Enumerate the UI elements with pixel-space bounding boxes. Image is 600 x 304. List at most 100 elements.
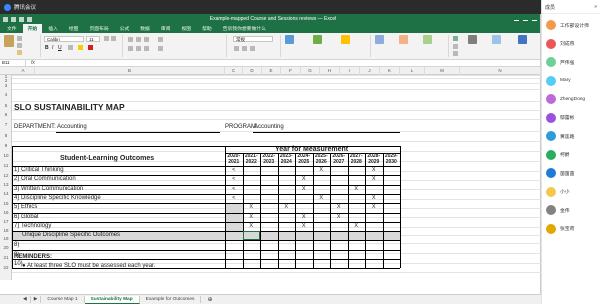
autosave-icon[interactable]: [3, 16, 8, 22]
ribbon-tab[interactable]: 页面布局: [84, 24, 113, 33]
row-header-4[interactable]: 4: [0, 89, 12, 101]
ribbon-tab[interactable]: 开始: [22, 24, 43, 33]
row-header-15[interactable]: 15: [0, 199, 12, 208]
excel-close-icon[interactable]: [531, 17, 537, 21]
save-icon[interactable]: [11, 16, 16, 22]
column-header-L[interactable]: L: [400, 67, 425, 75]
participant-item[interactable]: 菌菌菌: [546, 168, 574, 178]
excel-restore-icon[interactable]: [522, 17, 528, 21]
row-header-8[interactable]: 8: [0, 131, 12, 141]
align-left-icon[interactable]: [128, 46, 133, 51]
percent-icon[interactable]: [242, 46, 247, 51]
row-header-10[interactable]: 10: [0, 151, 12, 161]
column-header-K[interactable]: K: [380, 67, 400, 75]
conditional-format-button[interactable]: [285, 35, 294, 45]
undo-icon[interactable]: [19, 16, 24, 22]
align-bottom-icon[interactable]: [144, 37, 149, 42]
participant-item[interactable]: 小小: [546, 186, 570, 197]
align-center-icon[interactable]: [136, 46, 141, 51]
cut-icon[interactable]: [17, 36, 22, 41]
redo-icon[interactable]: [27, 16, 32, 22]
analyze-data-button[interactable]: [518, 35, 527, 45]
column-header-D[interactable]: D: [243, 67, 262, 75]
border-icon[interactable]: [68, 45, 73, 50]
row-header-7[interactable]: 7: [0, 119, 12, 131]
fill-color-icon[interactable]: [78, 45, 83, 50]
sheet-nav-right-icon[interactable]: ▶: [31, 296, 42, 303]
sheet-tab[interactable]: Sustainability Map: [84, 295, 140, 304]
align-right-icon[interactable]: [144, 46, 149, 51]
participant-item[interactable]: ZhengDong: [546, 94, 585, 104]
column-header-E[interactable]: E: [262, 67, 281, 75]
column-header-M[interactable]: M: [425, 67, 460, 75]
function-icon[interactable]: fx: [26, 60, 40, 66]
participant-item[interactable]: Mary: [546, 75, 571, 86]
row-header-11[interactable]: 11: [0, 161, 12, 171]
font-name-box[interactable]: Calibri: [44, 36, 84, 42]
row-header-9[interactable]: 9: [0, 141, 12, 151]
fill-icon[interactable]: [453, 44, 458, 49]
format-as-table-button[interactable]: [313, 35, 322, 45]
row-header-22[interactable]: 22: [0, 263, 12, 272]
insert-cells-button[interactable]: [375, 35, 384, 45]
column-header-H[interactable]: H: [320, 67, 340, 75]
participant-item[interactable]: 黄莲路: [546, 131, 574, 141]
delete-cells-button[interactable]: [399, 35, 408, 45]
collapse-icon[interactable]: »: [594, 4, 597, 10]
bold-icon[interactable]: B: [45, 45, 49, 51]
row-header-12[interactable]: 12: [0, 171, 12, 180]
participant-item[interactable]: 工作部设计师: [546, 20, 589, 30]
format-painter-icon[interactable]: [17, 50, 22, 55]
excel-minimize-icon[interactable]: [513, 17, 519, 21]
row-header-16[interactable]: 16: [0, 208, 12, 217]
currency-icon[interactable]: [234, 46, 239, 51]
participant-item[interactable]: 金伟: [546, 205, 570, 215]
row-header-17[interactable]: 17: [0, 217, 12, 227]
sheet-nav-left-icon[interactable]: ◀: [20, 296, 31, 303]
align-middle-icon[interactable]: [136, 37, 141, 42]
column-header-N[interactable]: N: [460, 67, 541, 75]
column-header-G[interactable]: G: [301, 67, 320, 75]
comma-icon[interactable]: [250, 46, 255, 51]
increase-font-icon[interactable]: [104, 36, 109, 41]
column-header-A[interactable]: A: [12, 67, 35, 75]
row-header-14[interactable]: 14: [0, 189, 12, 199]
name-box[interactable]: B11: [0, 60, 26, 66]
column-header-B[interactable]: B: [35, 67, 225, 75]
participant-item[interactable]: 鄢蕾彬: [546, 112, 574, 123]
ribbon-tab[interactable]: 插入: [43, 24, 63, 33]
font-size-box[interactable]: 11: [86, 36, 100, 42]
wrap-text-icon[interactable]: [158, 37, 163, 42]
find-select-button[interactable]: [492, 35, 501, 45]
align-top-icon[interactable]: [128, 37, 133, 42]
decrease-font-icon[interactable]: [111, 36, 116, 41]
ribbon-tab[interactable]: 数据: [135, 24, 155, 33]
ribbon-tab[interactable]: 审阅: [156, 24, 176, 33]
column-header-I[interactable]: I: [340, 67, 360, 75]
participant-item[interactable]: 刘成燕: [546, 38, 574, 49]
italic-icon[interactable]: I: [52, 45, 53, 51]
ribbon-tab[interactable]: 公式: [115, 24, 135, 33]
sheet-tab[interactable]: Example for Outcomes: [140, 296, 202, 303]
participant-item[interactable]: 柯爵: [546, 149, 570, 160]
copy-icon[interactable]: [17, 43, 22, 48]
format-cells-button[interactable]: [423, 35, 432, 45]
column-header-F[interactable]: F: [281, 67, 301, 75]
ribbon-tab[interactable]: 视图: [176, 24, 196, 33]
row-header-21[interactable]: 21: [0, 253, 12, 263]
sheet-tab[interactable]: Course Map 1: [41, 296, 85, 303]
row-header-5[interactable]: 5: [0, 101, 12, 110]
underline-icon[interactable]: U: [58, 45, 62, 51]
selected-cell[interactable]: [242, 231, 260, 241]
ribbon-tab[interactable]: 文件: [2, 24, 22, 33]
merge-center-icon[interactable]: [158, 46, 163, 51]
participant-item[interactable]: 芦伟强: [546, 57, 574, 67]
ribbon-tab[interactable]: 告诉我你想要做什么: [218, 24, 271, 33]
row-header-6[interactable]: 6: [0, 110, 12, 119]
paste-button[interactable]: [4, 35, 14, 48]
row-header-20[interactable]: 20: [0, 243, 12, 253]
column-header-J[interactable]: J: [360, 67, 380, 75]
row-header-18[interactable]: 18: [0, 227, 12, 235]
sort-filter-button[interactable]: [468, 35, 477, 45]
column-header-C[interactable]: C: [225, 67, 243, 75]
